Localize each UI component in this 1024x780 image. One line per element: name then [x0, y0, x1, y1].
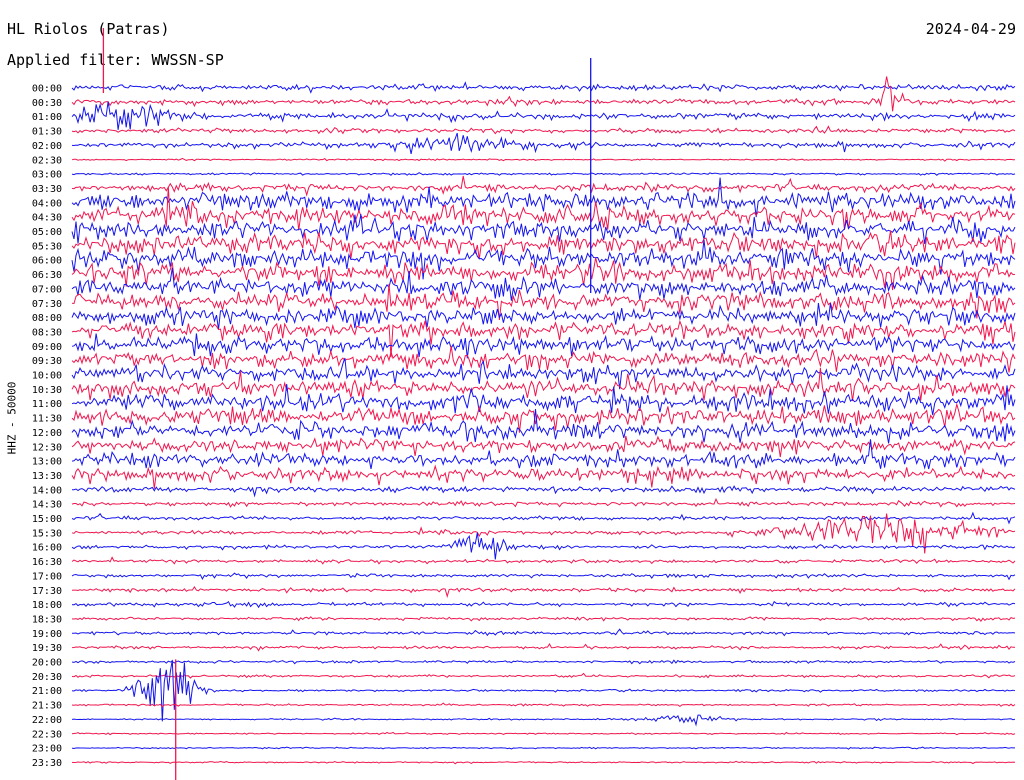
trace-line — [71, 157, 1016, 162]
trace-line — [71, 464, 1016, 489]
trace-line — [71, 177, 1016, 218]
trace-layer — [71, 28, 1016, 780]
trace-line — [71, 333, 1016, 359]
trace-line — [71, 616, 1016, 623]
time-label: 23:00 — [32, 744, 62, 755]
trace-line — [71, 497, 1016, 508]
time-label-layer: 00:00 00:30 01:00 01:30 02:00 02:30 03:00 03:30… — [32, 84, 62, 769]
trace-line — [71, 572, 1016, 581]
time-label: 20:30 — [32, 672, 62, 683]
time-label: 21:30 — [32, 701, 62, 712]
time-label: 16:00 — [32, 543, 62, 554]
time-label: 00:30 — [32, 98, 62, 109]
time-label: 12:30 — [32, 442, 62, 453]
time-label: 07:30 — [32, 299, 62, 310]
time-label: 08:00 — [32, 313, 62, 324]
time-label: 09:30 — [32, 356, 62, 367]
trace-line — [71, 600, 1016, 609]
trace-line — [71, 439, 1016, 470]
trace-line — [71, 511, 1016, 525]
time-label: 05:00 — [32, 227, 62, 238]
time-label: 18:00 — [32, 600, 62, 611]
time-label: 22:30 — [32, 729, 62, 740]
trace-line — [71, 643, 1016, 652]
trace-line — [71, 101, 1016, 130]
trace-line — [71, 132, 1016, 155]
time-label: 15:30 — [32, 528, 62, 539]
trace-line — [71, 435, 1016, 458]
trace-line — [71, 659, 1016, 722]
time-label: 05:30 — [32, 241, 62, 252]
time-label: 23:30 — [32, 758, 62, 769]
time-label: 19:30 — [32, 643, 62, 654]
time-label: 01:30 — [32, 127, 62, 138]
time-label: 14:00 — [32, 485, 62, 496]
time-label: 20:00 — [32, 658, 62, 669]
time-label: 14:30 — [32, 500, 62, 511]
trace-line — [71, 76, 1016, 112]
time-label: 04:30 — [32, 213, 62, 224]
trace-line — [71, 760, 1016, 765]
time-label: 08:30 — [32, 327, 62, 338]
trace-line — [71, 702, 1016, 708]
trace-line — [71, 585, 1016, 599]
trace-line — [71, 267, 1016, 301]
time-label: 11:00 — [32, 399, 62, 410]
trace-line — [71, 731, 1016, 736]
time-label: 10:00 — [32, 371, 62, 382]
trace-line — [71, 746, 1015, 750]
seismogram-plot: 00:00 00:30 01:00 01:30 02:00 02:30 03:00 03:30… — [32, 28, 1016, 780]
trace-line — [71, 125, 1016, 135]
time-label: 02:30 — [32, 155, 62, 166]
time-label: 22:00 — [32, 715, 62, 726]
time-label: 17:30 — [32, 586, 62, 597]
trace-line — [71, 172, 1016, 176]
time-label: 03:30 — [32, 184, 62, 195]
trace-line — [71, 408, 1016, 444]
trace-line — [71, 345, 1016, 373]
time-label: 16:30 — [32, 557, 62, 568]
trace-line — [71, 485, 1016, 498]
trace-line — [71, 659, 1016, 665]
time-label: 13:00 — [32, 457, 62, 468]
trace-line — [71, 175, 1016, 197]
time-label: 12:00 — [32, 428, 62, 439]
time-label: 02:00 — [32, 141, 62, 152]
time-label: 07:00 — [32, 284, 62, 295]
time-label: 15:00 — [32, 514, 62, 525]
time-label: 01:00 — [32, 112, 62, 123]
time-label: 11:30 — [32, 414, 62, 425]
time-label: 06:30 — [32, 270, 62, 281]
trace-line — [71, 556, 1016, 565]
time-label: 13:30 — [32, 471, 62, 482]
trace-line — [71, 81, 1016, 94]
time-label: 04:00 — [32, 198, 62, 209]
trace-line — [71, 628, 1016, 637]
trace-line — [71, 672, 1016, 679]
time-label: 09:00 — [32, 342, 62, 353]
trace-line — [71, 714, 1016, 727]
time-label: 06:00 — [32, 256, 62, 267]
time-label: 18:30 — [32, 614, 62, 625]
time-label: 03:00 — [32, 170, 62, 181]
trace-line — [71, 214, 1016, 244]
time-label: 10:30 — [32, 385, 62, 396]
time-label: 21:00 — [32, 686, 62, 697]
time-label: 00:00 — [32, 84, 62, 95]
time-label: 17:00 — [32, 571, 62, 582]
time-label: 19:00 — [32, 629, 62, 640]
